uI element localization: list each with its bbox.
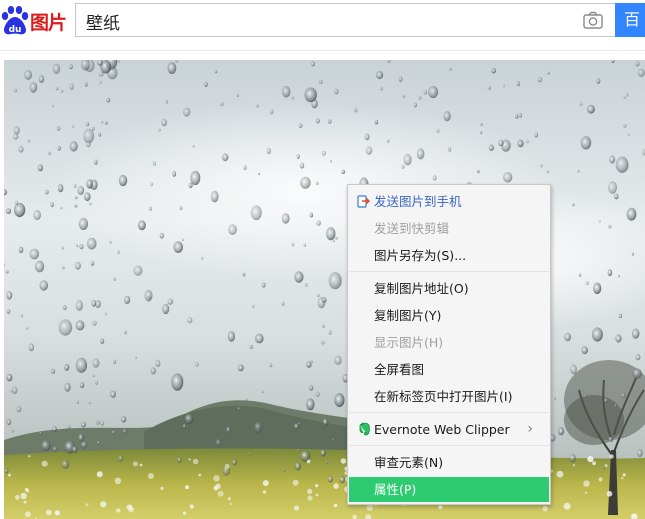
menu-item-label: 发送图片到手机 (374, 194, 462, 209)
menu-item-label: 审查元素(N) (374, 455, 444, 470)
menu-item-label: 复制图片(Y) (374, 308, 442, 323)
menu-item-inspect-element[interactable]: 审查元素(N) (349, 450, 549, 475)
menu-item-label: 发送到快剪辑 (374, 221, 450, 236)
menu-item-save-image-as[interactable]: 图片另存为(S)... (349, 243, 549, 268)
paw-logo-icon: du (1, 6, 29, 35)
menu-item-show-image[interactable]: 显示图片(H) (349, 330, 549, 355)
send-to-phone-icon (357, 195, 371, 208)
menu-item-label: Evernote Web Clipper (374, 422, 510, 437)
search-input[interactable] (84, 8, 568, 34)
camera-icon[interactable] (583, 11, 603, 29)
menu-item-evernote-web-clipper[interactable]: Evernote Web Clipper › (349, 417, 549, 442)
menu-item-label: 属性(P) (374, 482, 417, 497)
menu-item-send-to-kuaijianji[interactable]: 发送到快剪辑 (349, 216, 549, 241)
menu-item-label: 显示图片(H) (374, 335, 444, 350)
menu-item-send-to-phone[interactable]: 发送图片到手机 (349, 189, 549, 214)
menu-separator (349, 412, 549, 413)
menu-item-fullscreen-view[interactable]: 全屏看图 (349, 357, 549, 382)
logo-text: 图片 (30, 12, 67, 34)
menu-separator (349, 445, 549, 446)
menu-item-label: 全屏看图 (374, 362, 425, 377)
search-button[interactable]: 百 (615, 3, 645, 37)
menu-item-copy-image[interactable]: 复制图片(Y) (349, 303, 549, 328)
menu-item-label: 复制图片地址(O) (374, 281, 469, 296)
baidu-image-logo[interactable]: du 图片 (0, 4, 72, 38)
submenu-chevron-icon: › (527, 421, 533, 437)
menu-item-copy-image-address[interactable]: 复制图片地址(O) (349, 276, 549, 301)
menu-separator (349, 271, 549, 272)
svg-text:du: du (9, 25, 22, 35)
search-box (75, 3, 615, 37)
evernote-icon (359, 422, 370, 436)
menu-item-label: 在新标签页中打开图片(I) (374, 389, 513, 404)
search-header: du 图片 百 (0, 0, 645, 51)
menu-item-properties[interactable]: 属性(P) (349, 477, 549, 502)
menu-item-label: 图片另存为(S)... (374, 248, 467, 263)
context-menu: 发送图片到手机 发送到快剪辑 图片另存为(S)... 复制图片地址(O) 复制图… (347, 184, 551, 505)
menu-item-open-image-new-tab[interactable]: 在新标签页中打开图片(I) (349, 384, 549, 409)
